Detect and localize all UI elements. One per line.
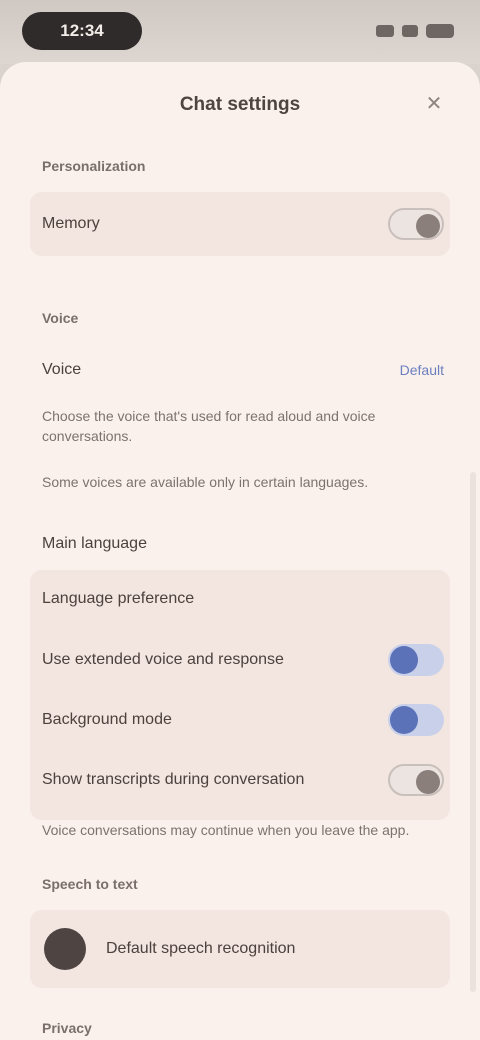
extended-voice-label: Use extended voice and response — [42, 651, 284, 668]
extended-voice-toggle[interactable] — [388, 644, 444, 676]
status-icons — [376, 20, 454, 42]
toggle-knob — [416, 770, 440, 794]
voice-description-2: Some voices are available only in certai… — [42, 474, 369, 490]
status-time: 12:34 — [22, 12, 142, 50]
voice-description-1: Choose the voice that's used for read al… — [42, 408, 376, 444]
section-heading-speech: Speech to text — [42, 876, 138, 892]
background-mode-toggle[interactable] — [388, 704, 444, 736]
language-preference-row[interactable]: Language preference — [42, 582, 444, 616]
voice-footer: Voice conversations may continue when yo… — [42, 822, 410, 838]
avatar — [44, 928, 86, 970]
toggle-knob — [390, 706, 418, 734]
language-preference-label: Language preference — [42, 590, 195, 607]
show-transcripts-row[interactable]: Show transcripts during conversation — [42, 758, 444, 802]
main-language-row[interactable]: Main language — [42, 528, 444, 560]
voice-row[interactable]: Voice Default — [42, 352, 444, 388]
section-heading-voice: Voice — [42, 310, 79, 326]
scrollbar[interactable] — [470, 472, 476, 992]
memory-row[interactable]: Memory — [42, 202, 444, 246]
settings-sheet: Chat settings ✕ Personalization Memory V… — [0, 62, 480, 1040]
memory-toggle[interactable] — [388, 208, 444, 240]
memory-label: Memory — [42, 215, 100, 232]
status-bar: 12:34 — [0, 0, 480, 64]
extended-voice-row[interactable]: Use extended voice and response — [42, 638, 444, 682]
show-transcripts-label: Show transcripts during conversation — [42, 771, 305, 788]
voice-value[interactable]: Default — [400, 362, 444, 378]
section-heading-privacy: Privacy — [42, 1020, 92, 1036]
wifi-icon — [402, 25, 418, 37]
show-transcripts-toggle[interactable] — [388, 764, 444, 796]
toggle-knob — [416, 214, 440, 238]
background-mode-row[interactable]: Background mode — [42, 698, 444, 742]
sheet-title: Chat settings — [179, 94, 301, 115]
toggle-knob — [390, 646, 418, 674]
battery-icon — [426, 24, 454, 38]
signal-icon — [376, 25, 394, 37]
background-mode-label: Background mode — [42, 711, 172, 728]
main-language-label: Main language — [42, 535, 147, 552]
speech-profile-row[interactable]: Default speech recognition — [44, 926, 444, 972]
voice-label: Voice — [42, 361, 82, 378]
section-heading-personalization: Personalization — [42, 158, 146, 174]
close-icon[interactable]: ✕ — [422, 92, 446, 116]
speech-profile-label: Default speech recognition — [106, 940, 296, 957]
